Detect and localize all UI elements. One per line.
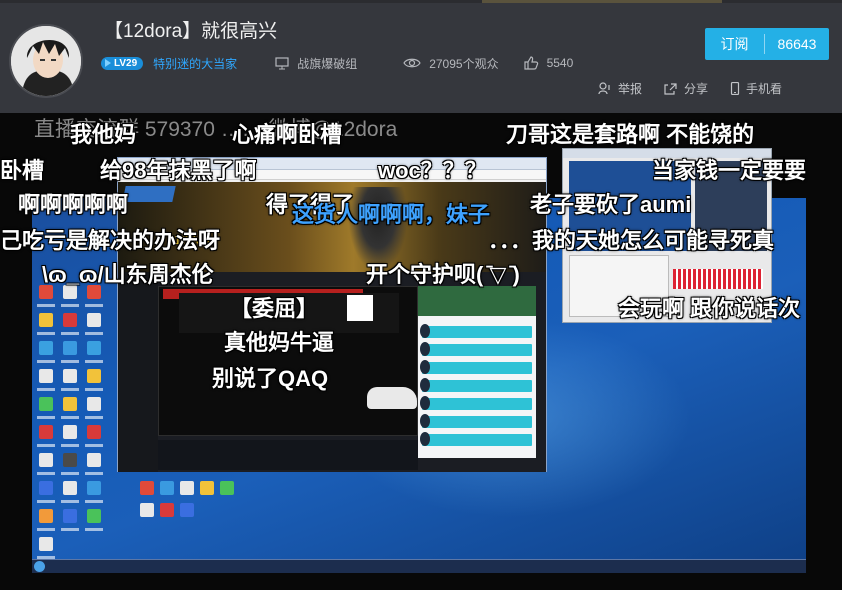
desktop-taskbar — [32, 559, 806, 573]
monitor-icon — [275, 56, 289, 69]
danmaku-comment: 刀哥这是套路啊 不能饶的 — [506, 122, 755, 147]
subscribe-label: 订阅 — [705, 34, 765, 54]
report-icon — [598, 82, 610, 95]
like-count: 5540 — [523, 56, 574, 70]
subscribe-count: 86643 — [777, 36, 817, 52]
share-button[interactable]: 分享 — [664, 80, 708, 97]
like-count-label: 5540 — [546, 56, 574, 70]
danmaku-comment: 开个守护呗( ̄▽ ̄) — [366, 262, 520, 287]
thumbs-up-icon — [523, 56, 538, 70]
viewer-count: 27095个观众 — [403, 55, 499, 72]
danmaku-comment: 会玩啊 跟你说话次 — [618, 296, 801, 321]
car-image — [367, 387, 417, 409]
danmaku-comment: 心痛啊卧槽 — [232, 122, 343, 147]
desktop-icons-col-2 — [58, 285, 82, 537]
top-strip — [0, 0, 842, 3]
streamer-meta: LV29 特别迷的大当家 战旗爆破组 27095个观众 5540 — [101, 54, 597, 72]
video-player[interactable]: 12dora 直播交流群 579370 …… 微博@12dora 我他妈 心痛啊… — [0, 113, 842, 590]
qr-code — [347, 295, 373, 321]
danmaku-comment: 老子要砍了aumi — [530, 192, 692, 217]
page-title: 【12dora】就很高兴 — [104, 21, 278, 42]
level-label: LV29 — [114, 57, 138, 69]
danmaku-comment: 卧槽 — [0, 158, 45, 183]
fan-title-link[interactable]: 特别迷的大当家 — [153, 55, 237, 72]
phone-icon — [730, 82, 740, 95]
mobile-watch-label: 手机看 — [746, 82, 783, 96]
stream-actions: 举报 分享 手机看 — [598, 80, 804, 97]
danmaku-comment: 当家钱一定要要 — [652, 158, 807, 183]
share-icon — [664, 83, 677, 95]
danmaku-comment: \ɷ_ɷ/山东周杰伦 — [42, 262, 214, 287]
mobile-watch-button[interactable]: 手机看 — [730, 80, 782, 97]
desktop-icons-bottom — [140, 481, 240, 525]
danmaku-comment: 我他妈 — [70, 122, 137, 147]
danmaku-comment: 这货人啊啊啊，妹子 — [292, 202, 491, 227]
danmaku-comment: 啊啊啊啊啊 — [18, 192, 129, 217]
gift-panel — [418, 286, 536, 458]
report-label: 举报 — [618, 82, 643, 96]
danmaku-comment: ．．．我的天她怎么可能寻死真 — [488, 228, 775, 253]
level-badge: LV29 — [101, 56, 144, 70]
site-logo — [122, 186, 176, 202]
subscribe-button[interactable]: 订阅 86643 — [705, 28, 829, 60]
avatar[interactable] — [9, 24, 83, 98]
viewer-count-label: 27095个观众 — [429, 56, 499, 71]
category-link[interactable]: 战旗爆破组 — [275, 55, 357, 72]
danmaku-comment: 【委屈】 — [230, 296, 319, 321]
start-icon — [34, 561, 45, 572]
report-button[interactable]: 举报 — [598, 80, 642, 97]
danmaku-comment: 别说了QAQ — [212, 366, 329, 391]
stream-header: 【12dora】就很高兴 LV29 特别迷的大当家 战旗爆破组 27095个观众… — [0, 0, 842, 113]
eye-icon — [403, 58, 421, 68]
desktop-icons-col-3 — [82, 285, 106, 537]
danmaku-comment: 给98年抹黑了啊 — [100, 158, 257, 183]
level-arrow-icon — [105, 59, 111, 67]
category-label: 战旗爆破组 — [297, 56, 358, 71]
share-label: 分享 — [684, 82, 709, 96]
danmaku-comment: 己吃亏是解决的办法呀 — [0, 228, 221, 253]
danmaku-comment: woc？？？ — [378, 158, 487, 183]
danmaku-comment: 真他妈牛逼 — [224, 330, 335, 355]
desktop-icons-col-1 — [34, 285, 58, 565]
